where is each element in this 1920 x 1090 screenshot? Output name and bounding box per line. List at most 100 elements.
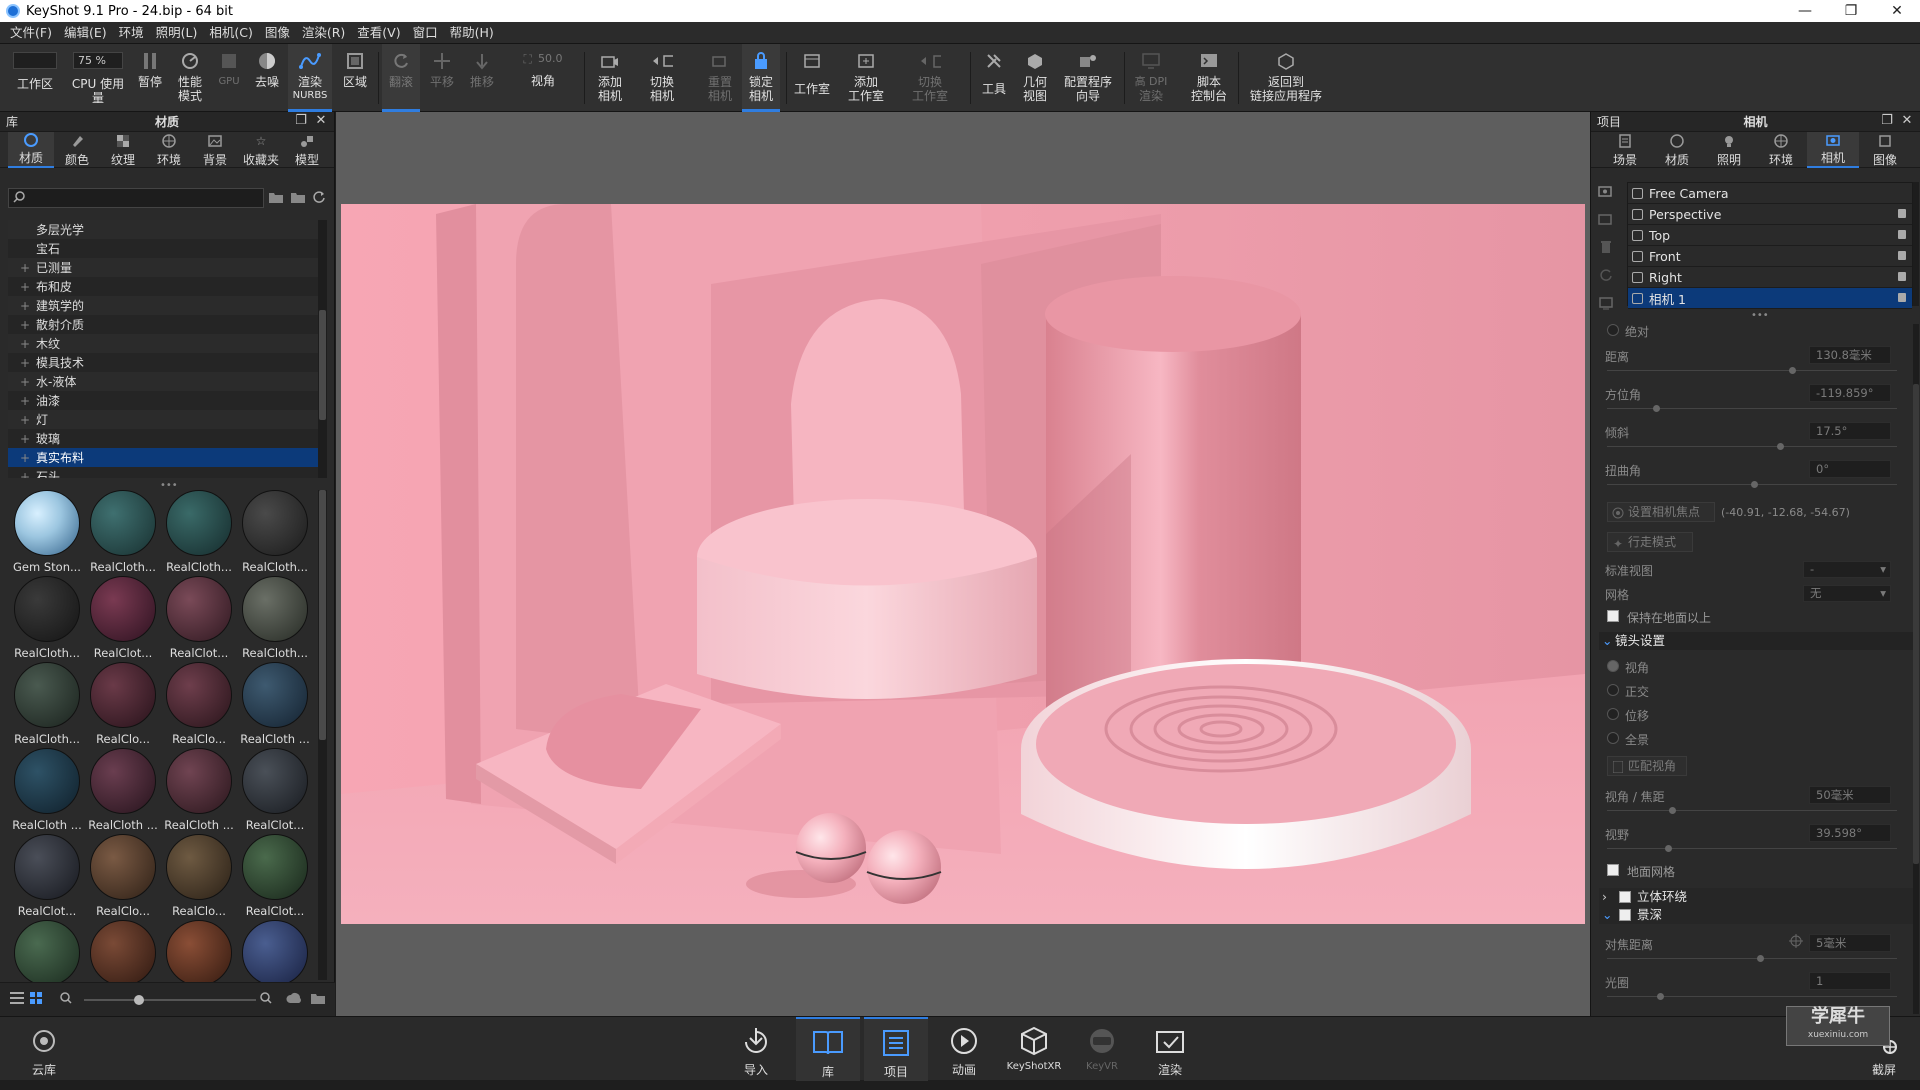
aperture-field[interactable]: 1 xyxy=(1809,972,1891,990)
camera-list-scrollbar[interactable] xyxy=(1913,182,1919,306)
library-search-input[interactable] xyxy=(8,188,264,208)
fov-value[interactable]: 50.0 xyxy=(538,52,563,66)
tab-environment[interactable]: 环境 xyxy=(1755,132,1807,168)
expand-toggle-icon[interactable]: + xyxy=(8,375,36,389)
expand-toggle-icon[interactable]: + xyxy=(8,261,36,275)
lock-icon[interactable] xyxy=(1898,230,1906,239)
material-thumbnail[interactable]: RealClo... xyxy=(162,834,236,920)
tab-scene[interactable]: 场景 xyxy=(1599,132,1651,168)
material-thumbnail[interactable]: RealClot... xyxy=(10,834,84,920)
project-toggle-button[interactable]: 项目 xyxy=(864,1017,928,1081)
render-button[interactable]: 渲染 xyxy=(1140,1017,1200,1081)
expand-toggle-icon[interactable]: + xyxy=(8,394,36,408)
camera-list-item[interactable]: Front xyxy=(1628,246,1912,267)
match-perspective-button[interactable]: 匹配视角 xyxy=(1607,756,1687,776)
material-thumbnail[interactable]: RealCloth ... xyxy=(162,748,236,834)
tree-scroll-thumb[interactable] xyxy=(319,310,326,420)
walk-mode-button[interactable]: ✦ 行走模式 xyxy=(1607,532,1693,552)
material-thumbnail[interactable]: RealCloth ... xyxy=(10,748,84,834)
slider-knob[interactable] xyxy=(1789,367,1796,374)
lens-panoramic-radio[interactable] xyxy=(1607,732,1619,744)
material-thumbnail[interactable]: RealClot... xyxy=(238,834,312,920)
slider-knob[interactable] xyxy=(134,995,144,1005)
camera-list-item[interactable]: Free Camera xyxy=(1628,183,1912,204)
material-thumbnail[interactable]: RealCloth ... xyxy=(86,748,160,834)
material-thumbnail[interactable]: RealCloth ... xyxy=(238,662,312,748)
grid-scrollbar[interactable] xyxy=(318,490,327,980)
distance-field[interactable]: 130.8毫米 xyxy=(1809,346,1891,364)
tab-lighting[interactable]: 照明 xyxy=(1703,132,1755,168)
reset-icon[interactable] xyxy=(1597,266,1615,284)
workspace-dropdown[interactable] xyxy=(13,52,57,69)
lens-shift-radio[interactable] xyxy=(1607,708,1619,720)
tab-project-materials[interactable]: 材质 xyxy=(1651,132,1703,168)
add-camera-icon[interactable] xyxy=(1597,182,1615,200)
studio-button[interactable]: 工作室 xyxy=(790,44,834,112)
material-thumbnail[interactable]: RealClot... xyxy=(238,748,312,834)
close-panel-icon[interactable]: ✕ xyxy=(314,114,328,128)
refresh-icon[interactable] xyxy=(312,190,326,207)
real-time-viewport[interactable] xyxy=(336,112,1590,1016)
expand-toggle-icon[interactable]: + xyxy=(8,413,36,427)
depth-of-field-section[interactable]: ⌄ 景深 xyxy=(1599,906,1913,924)
tree-folder-item[interactable]: + 真实布料 xyxy=(8,448,318,467)
tools-button[interactable]: 工具 xyxy=(976,44,1012,112)
animation-button[interactable]: 动画 xyxy=(934,1017,994,1081)
delete-camera-icon[interactable] xyxy=(1597,238,1615,256)
properties-scroll-thumb[interactable] xyxy=(1913,384,1919,864)
folder-icon[interactable] xyxy=(310,991,326,1008)
configurator-wizard-button[interactable]: 配置程序 向导 xyxy=(1058,44,1118,112)
expand-toggle-icon[interactable]: + xyxy=(8,299,36,313)
menu-environment[interactable]: 环境 xyxy=(113,22,150,44)
lock-camera-button[interactable]: 锁定 相机 xyxy=(742,44,780,112)
cpu-percent-field[interactable]: 75 % xyxy=(73,52,123,69)
slider-knob[interactable] xyxy=(1757,955,1764,962)
tree-folder-item[interactable]: + 水-液体 xyxy=(8,372,318,391)
tab-camera[interactable]: 相机 xyxy=(1807,132,1859,168)
close-panel-icon[interactable]: ✕ xyxy=(1900,114,1914,128)
import-button[interactable]: 导入 xyxy=(726,1017,786,1081)
tab-colors[interactable]: 颜色 xyxy=(54,132,100,168)
rendered-scene[interactable] xyxy=(341,204,1585,924)
lock-icon[interactable] xyxy=(1898,293,1906,302)
azimuth-slider[interactable] xyxy=(1607,405,1897,412)
grid-scroll-thumb[interactable] xyxy=(319,490,326,740)
target-icon[interactable] xyxy=(1789,934,1803,951)
render-nurbs-button[interactable]: 渲染 NURBS xyxy=(288,44,332,112)
add-folder-icon[interactable] xyxy=(290,190,306,207)
menu-view[interactable]: 查看(V) xyxy=(351,22,406,44)
material-thumbnail[interactable]: Gem Ston... xyxy=(10,490,84,576)
tree-folder-item[interactable]: + 模具技术 xyxy=(8,353,318,372)
expand-toggle-icon[interactable]: + xyxy=(8,280,36,294)
expand-toggle-icon[interactable]: + xyxy=(8,337,36,351)
slider-knob[interactable] xyxy=(1665,845,1672,852)
dolly-button[interactable]: 推移 xyxy=(464,44,500,112)
tree-folder-item[interactable]: + 油漆 xyxy=(8,391,318,410)
tab-models[interactable]: 模型 xyxy=(284,132,330,168)
expand-toggle-icon[interactable]: + xyxy=(8,432,36,446)
slider-knob[interactable] xyxy=(1653,405,1660,412)
undock-icon[interactable]: ❐ xyxy=(294,114,308,128)
distance-slider[interactable] xyxy=(1607,367,1897,374)
tree-folder-item[interactable]: 宝石 xyxy=(8,239,318,258)
field-of-view-control[interactable]: ⛶ 50.0 视角 xyxy=(508,44,578,112)
aperture-slider[interactable] xyxy=(1607,993,1897,1000)
material-thumbnail[interactable]: RealCloth... xyxy=(238,576,312,662)
tree-folder-item[interactable]: + 灯 xyxy=(8,410,318,429)
slider-knob[interactable] xyxy=(1777,443,1784,450)
material-thumbnail[interactable]: RealCloth... xyxy=(162,490,236,576)
material-thumbnail[interactable]: RealClo... xyxy=(86,834,160,920)
keyshotxr-button[interactable]: KeyShotXR xyxy=(1002,1017,1066,1081)
lens-orthographic-radio[interactable] xyxy=(1607,684,1619,696)
lens-perspective-radio[interactable] xyxy=(1607,660,1619,672)
list-view-icon[interactable] xyxy=(10,992,24,1007)
keyvr-button[interactable]: KeyVR xyxy=(1072,1017,1132,1081)
lock-icon[interactable] xyxy=(1898,209,1906,218)
slider-knob[interactable] xyxy=(1669,807,1676,814)
tab-backgrounds[interactable]: 背景 xyxy=(192,132,238,168)
ground-grid-checkbox[interactable] xyxy=(1607,864,1619,876)
set-camera-focus-button[interactable]: 设置相机焦点 xyxy=(1607,502,1715,522)
tab-textures[interactable]: 纹理 xyxy=(100,132,146,168)
zoom-out-icon[interactable] xyxy=(60,992,72,1007)
splitter-handle[interactable]: ••• xyxy=(1751,310,1769,321)
